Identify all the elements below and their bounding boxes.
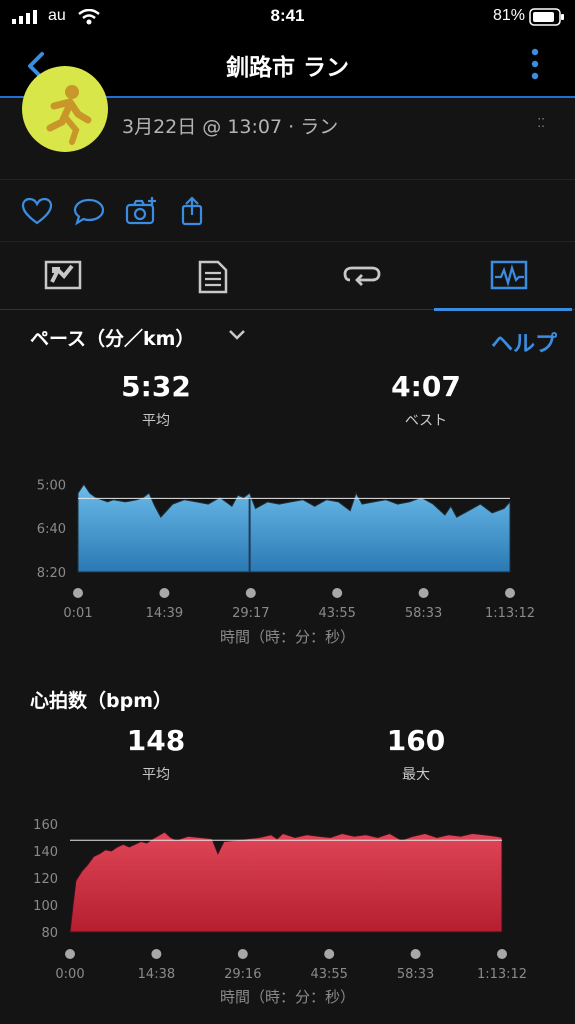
pace-avg-label: 平均 xyxy=(142,413,170,429)
pace-avg-value: 5:32 xyxy=(121,370,191,403)
pace-x-tick-dot xyxy=(159,588,170,598)
hr-avg-value: 148 xyxy=(126,724,186,757)
pace-best-value: 4:07 xyxy=(391,370,461,403)
hr-x-tick-dot xyxy=(151,949,162,959)
map-stats-icon xyxy=(44,260,82,290)
pace-x-tick-dot xyxy=(418,588,429,598)
pace-x-tick: 1:13:12 xyxy=(485,606,535,620)
tab-details[interactable] xyxy=(144,242,284,310)
hr-y-tick: 100 xyxy=(33,899,58,914)
tab-laps[interactable] xyxy=(288,242,428,310)
corner-mark: ⁚⁚ xyxy=(537,116,545,130)
tab-map-stats[interactable] xyxy=(0,242,140,310)
hr-x-tick-dot xyxy=(497,949,507,959)
pace-x-tick-dot xyxy=(332,588,343,598)
clock: 8:41 xyxy=(270,6,305,25)
activity-date-type: 3月22日 @ 13:07 · ラン xyxy=(122,116,339,138)
hr-x-tick-dot xyxy=(65,949,75,959)
comment-icon[interactable] xyxy=(72,196,106,226)
hr-area-series xyxy=(69,831,503,933)
hr-y-tick: 160 xyxy=(33,818,58,833)
hr-y-tick: 140 xyxy=(33,845,58,860)
hr-x-tick: 58:33 xyxy=(397,967,434,980)
pace-x-tick-dot xyxy=(245,588,256,598)
hr-max-value: 160 xyxy=(386,724,446,757)
document-icon xyxy=(198,260,228,294)
hr-x-tick-dot xyxy=(324,949,335,959)
share-icon[interactable] xyxy=(176,196,210,226)
camera-add-icon[interactable] xyxy=(124,196,158,226)
pace-y-tick: 5:00 xyxy=(37,478,66,493)
social-actions xyxy=(0,180,575,242)
hr-y-tick: 80 xyxy=(41,926,58,941)
pace-x-tick: 58:33 xyxy=(405,606,442,620)
pace-y-tick: 6:40 xyxy=(37,522,66,537)
pace-x-tick: 29:17 xyxy=(232,606,269,620)
pace-x-tick: 43:55 xyxy=(318,606,355,620)
hr-title: 心拍数（bpm） xyxy=(30,690,172,712)
laps-icon xyxy=(343,266,381,286)
more-vertical-icon[interactable] xyxy=(525,46,545,86)
hr-x-tick: 29:16 xyxy=(224,967,261,980)
hr-x-tick-dot xyxy=(410,949,421,959)
hr-x-tick: 43:55 xyxy=(310,967,347,980)
hr-avg-label: 平均 xyxy=(142,767,170,783)
pace-best-label: ベスト xyxy=(404,413,448,429)
avatar[interactable] xyxy=(22,66,108,152)
pace-y-tick: 8:20 xyxy=(37,566,66,581)
hr-x-tick: 1:13:12 xyxy=(477,967,527,980)
activity-header: 3月22日 @ 13:07 · ラン ⁚⁚ xyxy=(0,66,575,180)
heart-icon[interactable] xyxy=(20,196,54,226)
hr-x-axis-title: 時間（時：分：秒） xyxy=(219,988,355,1006)
hr-y-tick: 120 xyxy=(33,872,58,887)
runner-icon xyxy=(46,85,92,145)
tab-charts[interactable] xyxy=(432,242,572,311)
hr-x-tick: 14:38 xyxy=(138,967,175,980)
pace-x-tick-dot xyxy=(505,588,515,598)
pace-chart[interactable]: 5:00 6:40 8:20 0:01 14:39 29:17 43:55 58:33 1:13… xyxy=(0,440,575,620)
help-link[interactable]: ヘルプ xyxy=(491,326,557,358)
pace-x-tick: 0:01 xyxy=(63,606,92,620)
tab-bar xyxy=(0,242,575,311)
status-bar: au 8:41 81% xyxy=(0,0,575,34)
chevron-down-icon[interactable] xyxy=(226,324,248,346)
hr-x-tick: 0:00 xyxy=(55,967,84,980)
hr-x-tick-dot xyxy=(237,949,248,959)
chart-icon xyxy=(490,260,528,290)
pace-x-tick: 14:39 xyxy=(146,606,183,620)
battery-percent: 81% xyxy=(492,7,525,24)
pace-x-tick-dot xyxy=(73,588,83,598)
battery-icon xyxy=(529,8,564,26)
heart-rate-chart[interactable]: 160 140 120 100 80 0:00 14:38 29:16 43:55 58:33 1:… xyxy=(0,810,575,980)
hr-max-label: 最大 xyxy=(402,767,430,783)
pace-x-axis-title: 時間（時：分：秒） xyxy=(219,628,355,646)
pace-area-series xyxy=(77,483,511,573)
pace-title: ペース（分／km） xyxy=(30,328,195,350)
